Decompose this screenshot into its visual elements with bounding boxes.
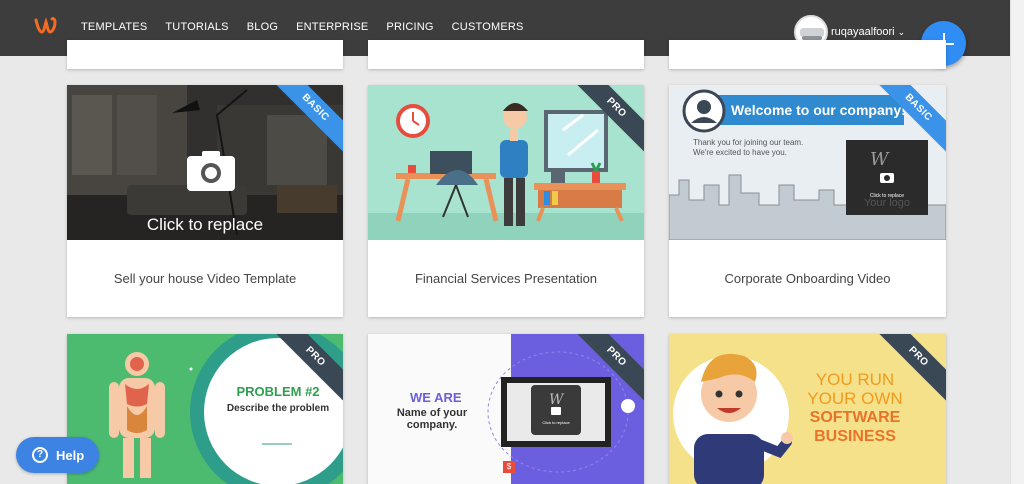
camera-icon[interactable]	[187, 151, 235, 191]
problem-subheading: Describe the problem	[226, 403, 330, 414]
template-card[interactable]: W WE ARE Name of your company. Click to …	[368, 334, 644, 484]
nav-templates[interactable]: TEMPLATES	[81, 21, 147, 33]
click-to-replace-label[interactable]: Click to replace	[67, 215, 343, 235]
welcome-body-2: We're excited to have you.	[693, 148, 787, 157]
template-card-partial[interactable]	[67, 40, 343, 69]
nav-customers[interactable]: CUSTOMERS	[452, 21, 524, 33]
nav-pricing[interactable]: PRICING	[386, 21, 433, 33]
welcome-headline: Welcome to our company!	[731, 102, 906, 118]
your-logo-placeholder[interactable]: Your logo	[846, 197, 928, 209]
help-label: Help	[56, 447, 85, 463]
nav-enterprise[interactable]: ENTERPRISE	[296, 21, 368, 33]
headline-line-1: YOU RUN	[815, 370, 895, 389]
we-are-heading: WE ARE	[410, 390, 462, 405]
template-thumbnail[interactable]: YOU RUN YOUR OWN SOFTWARE BUSINESS PRO	[669, 334, 946, 484]
scrollbar[interactable]	[1010, 0, 1024, 484]
question-icon: ?	[32, 447, 48, 463]
screen-click-to-replace[interactable]: Click to replace	[531, 420, 581, 425]
template-title[interactable]: Sell your house Video Template	[67, 240, 343, 317]
template-card[interactable]: PRO Financial Services Presentation	[368, 85, 644, 317]
nav-blog[interactable]: BLOG	[247, 21, 278, 33]
username[interactable]: ruqayaalfoori	[831, 26, 895, 38]
dollar-icon: $	[506, 462, 512, 471]
template-card[interactable]: YOU RUN YOUR OWN SOFTWARE BUSINESS PRO	[669, 334, 946, 484]
template-card[interactable]: W Welcome to our company! Thank you for …	[669, 85, 946, 317]
template-card-partial[interactable]	[669, 40, 946, 69]
template-thumbnail[interactable]: Click to replace BASIC	[67, 85, 343, 240]
template-card[interactable]: Click to replace BASIC Sell your house V…	[67, 85, 343, 317]
template-thumbnail[interactable]: PROBLEM #2 Describe the problem PRO	[67, 334, 343, 484]
svg-text:W: W	[870, 149, 890, 170]
headline-line-4: BUSINESS	[814, 428, 896, 445]
nav-tutorials[interactable]: TUTORIALS	[165, 21, 228, 33]
svg-text:W: W	[549, 392, 565, 408]
headline-line-3: SOFTWARE	[809, 409, 901, 426]
template-thumbnail[interactable]: PRO	[368, 85, 644, 240]
wideo-w-logo[interactable]	[33, 14, 59, 36]
welcome-body-1: Thank you for joining our team.	[693, 138, 804, 147]
template-card-partial[interactable]	[368, 40, 644, 69]
chevron-down-icon[interactable]: ⌄	[898, 27, 906, 38]
template-title[interactable]: Corporate Onboarding Video	[669, 240, 946, 317]
template-card[interactable]: PROBLEM #2 Describe the problem PRO	[67, 334, 343, 484]
main-nav: TEMPLATES TUTORIALS BLOG ENTERPRISE PRIC…	[81, 21, 542, 33]
problem-heading: PROBLEM #2	[236, 384, 320, 399]
template-thumbnail[interactable]: W Welcome to our company! Thank you for …	[669, 85, 946, 240]
headline-line-2: YOUR OWN	[807, 389, 903, 408]
help-button[interactable]: ? Help	[16, 437, 99, 473]
template-thumbnail[interactable]: W WE ARE Name of your company. Click to …	[368, 334, 644, 484]
company-name-text: Name of your company.	[396, 407, 468, 431]
template-title[interactable]: Financial Services Presentation	[368, 240, 644, 317]
